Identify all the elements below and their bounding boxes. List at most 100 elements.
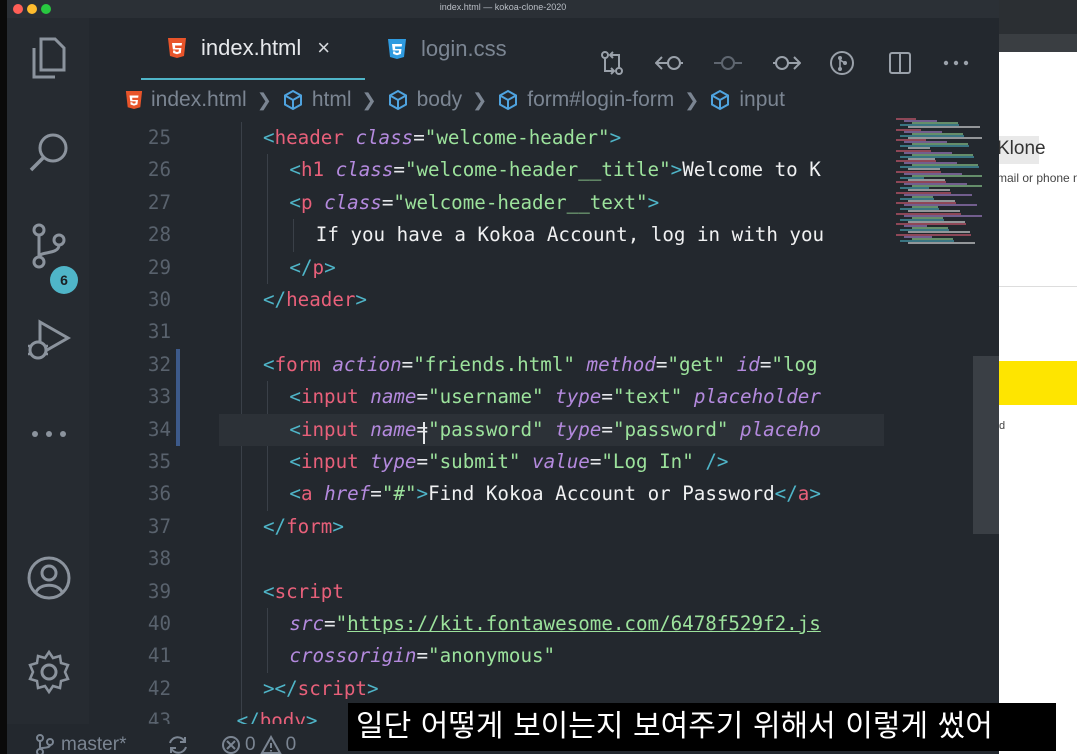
code-line[interactable]: 26 <h1 class="welcome-header__title">Welc… <box>89 154 884 186</box>
code-content: <script <box>263 576 344 608</box>
line-number: 33 <box>147 385 171 409</box>
current-change-icon[interactable] <box>713 48 743 78</box>
git-graph-icon[interactable] <box>827 48 857 78</box>
run-debug-icon[interactable] <box>25 316 73 364</box>
editor-scrollbar[interactable] <box>973 356 999 534</box>
code-line[interactable]: 38 <box>89 543 884 575</box>
symbol-element-icon <box>388 89 407 111</box>
code-token: type <box>370 450 417 473</box>
browser-preview: Klone mail or phone n d <box>999 0 1077 754</box>
code-line[interactable]: 37 </form> <box>89 511 884 543</box>
code-content: </form> <box>263 511 344 543</box>
line-number: 41 <box>147 644 171 668</box>
code-line[interactable]: 27 <p class="welcome-header__text"> <box>89 187 884 219</box>
code-token: " <box>335 612 348 635</box>
code-token: Find Kokoa Account or Password <box>428 482 775 506</box>
code-token: = <box>401 352 414 376</box>
code-token: </ <box>263 288 287 311</box>
code-line[interactable]: 29 </p> <box>89 252 884 284</box>
code-line[interactable]: 28 If you have a Kokoa Account, log in wi… <box>89 219 884 251</box>
code-line[interactable]: 31 <box>89 316 884 348</box>
preview-divider <box>999 286 1077 287</box>
code-editor[interactable]: 25 <header class="welcome-header"> 26 <h1 c… <box>89 122 884 754</box>
code-token: "welcome-header__title" <box>404 158 671 182</box>
code-token: < <box>263 579 275 603</box>
tab-bar: index.html × login.css <box>89 18 999 80</box>
code-token: placeho <box>740 417 821 441</box>
problems-indicator[interactable]: 0 0 <box>221 734 296 754</box>
code-token: id <box>736 352 760 376</box>
code-token: > <box>324 255 336 279</box>
breadcrumb-file[interactable]: index.html <box>125 88 247 112</box>
split-editor-icon[interactable] <box>885 48 915 78</box>
breadcrumb-input[interactable]: input <box>709 88 785 112</box>
settings-gear-icon[interactable] <box>25 648 73 696</box>
more-icon[interactable] <box>25 410 73 458</box>
code-line[interactable]: 36 <a href="#">Find Kokoa Account or Pass… <box>89 478 884 510</box>
code-line[interactable]: 34 <input name="password" type="password"… <box>148 413 884 446</box>
code-token: = <box>416 450 429 473</box>
code-line[interactable]: 42 ></script> <box>89 673 884 705</box>
code-line[interactable]: 39 <script <box>89 576 884 608</box>
code-token: > <box>332 514 344 538</box>
code-line[interactable]: 25 <header class="welcome-header"> <box>89 122 884 154</box>
code-token: "anonymous" <box>428 644 556 668</box>
code-token: crossorigin <box>289 644 417 668</box>
css3-icon <box>388 39 406 59</box>
code-content: <header class="welcome-header"> <box>263 122 621 154</box>
search-icon[interactable] <box>25 128 73 176</box>
code-token: "Log In" <box>601 450 694 473</box>
code-token: placeholder <box>693 385 821 409</box>
breadcrumb-form[interactable]: form#login-form <box>497 88 674 112</box>
code-token: input <box>300 450 359 473</box>
code-token: class <box>335 158 394 182</box>
tab-index-html[interactable]: index.html × <box>141 18 365 80</box>
tab-login-css[interactable]: login.css <box>379 18 539 80</box>
branch-indicator[interactable]: master* <box>35 734 126 754</box>
symbol-element-icon <box>711 89 730 111</box>
screen-edge <box>0 0 7 754</box>
explorer-icon[interactable] <box>25 34 73 82</box>
more-actions-icon[interactable] <box>941 48 971 78</box>
source-control-icon[interactable] <box>25 222 73 270</box>
code-line[interactable]: 41 crossorigin="anonymous" <box>89 640 884 672</box>
previous-change-icon[interactable] <box>655 48 685 78</box>
breadcrumb-body[interactable]: body <box>387 88 462 112</box>
code-token: > <box>647 190 660 214</box>
breadcrumb-html[interactable]: html <box>282 88 352 112</box>
warning-count: 0 <box>285 734 297 754</box>
browser-toolbar <box>999 0 1077 34</box>
line-number: 42 <box>147 676 171 700</box>
branch-name: master* <box>61 734 127 754</box>
minimap[interactable] <box>884 114 982 274</box>
close-tab-icon[interactable]: × <box>317 35 330 61</box>
line-number: 34 <box>147 417 171 441</box>
next-change-icon[interactable] <box>771 48 801 78</box>
preview-login-button[interactable] <box>999 361 1077 405</box>
git-modified-gutter <box>176 348 180 446</box>
code-line[interactable]: 33 <input name="username" type="text" pla… <box>89 381 884 413</box>
code-line[interactable]: 32 <form action="friends.html" method="ge… <box>89 349 884 381</box>
vscode-window: index.html — kokoa-clone-2020 6 index.ht… <box>7 0 999 754</box>
code-token: = <box>416 644 429 668</box>
code-line[interactable]: 40 src="https://kit.fontawesome.com/6478f… <box>89 608 884 640</box>
line-number: 29 <box>147 255 171 279</box>
code-line[interactable]: 30 </header> <box>89 284 884 316</box>
code-token: < <box>289 450 301 473</box>
code-token: form <box>286 514 333 538</box>
account-icon[interactable] <box>25 554 73 602</box>
code-token: "get" <box>667 352 726 376</box>
open-changes-icon[interactable] <box>597 48 627 78</box>
symbol-element-icon <box>283 89 302 111</box>
code-token: = <box>655 352 668 376</box>
sync-icon[interactable] <box>167 734 189 754</box>
code-token: a <box>300 482 313 506</box>
code-content: <form action="friends.html" method="get"… <box>263 349 818 381</box>
tab-label: index.html <box>201 35 302 60</box>
code-line[interactable]: 35 <input type="submit" value="Log In" /> <box>89 446 884 478</box>
